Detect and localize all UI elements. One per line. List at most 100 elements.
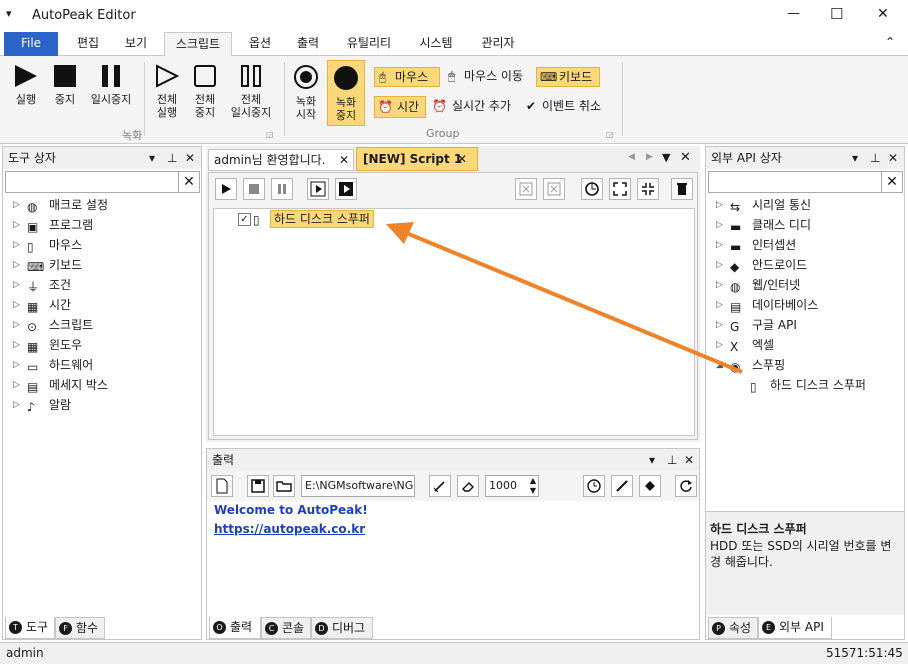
line-count-stepper[interactable]: 1000 ▲ ▼	[485, 475, 539, 497]
eraser-button[interactable]	[457, 475, 479, 497]
item-checkbox[interactable]: ✓	[238, 213, 251, 226]
close-tab-icon[interactable]: ✕	[339, 150, 349, 170]
expand-icon[interactable]: ◢	[716, 355, 723, 375]
tab-system[interactable]: 시스템	[408, 32, 464, 56]
reload-button[interactable]	[675, 475, 697, 497]
tab-script[interactable]: 스크립트	[164, 32, 232, 57]
ribbon-collapse-icon[interactable]: ⌃	[885, 35, 895, 49]
run-all-button[interactable]: 전체 실행	[148, 64, 186, 119]
expand-icon[interactable]: ▷	[716, 215, 723, 235]
tab-utility[interactable]: 유틸리티	[336, 32, 402, 56]
tab-list-icon[interactable]: ▼	[662, 151, 670, 164]
group-expand-icon[interactable]: ◲	[266, 130, 274, 139]
tab-admin[interactable]: 관리자	[470, 32, 526, 56]
expand-icon[interactable]: ▷	[13, 275, 20, 295]
expand-icon[interactable]: ▷	[13, 255, 20, 275]
expand-icon[interactable]: ▷	[13, 375, 20, 395]
expand-icon[interactable]: ▷	[716, 235, 723, 255]
tab-external-api[interactable]: E 외부 API	[758, 617, 832, 639]
save-button[interactable]	[247, 475, 269, 497]
pin-icon[interactable]: ⊥	[167, 147, 177, 169]
time-toggle[interactable]: ⏰ 시간	[374, 96, 426, 118]
toolbox-search-clear-button[interactable]: ✕	[178, 171, 200, 193]
tab-output[interactable]: 출력	[286, 32, 330, 56]
minimize-button[interactable]: —	[787, 6, 800, 21]
tab-scroll-left-icon[interactable]: ◀	[628, 152, 635, 162]
tab-file[interactable]: File	[4, 32, 58, 56]
event-cancel-toggle[interactable]: ✔ 이벤트 취소	[524, 97, 616, 117]
doc-tab-script[interactable]: [NEW] Script 1 ✕	[356, 147, 478, 171]
script-item[interactable]: 하드 디스크 스푸퍼	[270, 210, 374, 228]
editor-run-button[interactable]	[215, 178, 237, 200]
timestamp-button[interactable]	[583, 475, 605, 497]
close-icon[interactable]: ✕	[684, 449, 694, 471]
close-icon[interactable]: ✕	[888, 147, 898, 169]
tab-debug[interactable]: D 디버그	[311, 617, 373, 639]
maximize-button[interactable]: ☐	[830, 5, 843, 23]
editor-trash-button[interactable]	[671, 178, 693, 200]
editor-stop-button[interactable]	[243, 178, 265, 200]
tab-tools[interactable]: T 도구	[5, 617, 55, 639]
pin-icon[interactable]: ⊥	[667, 449, 677, 471]
stop-all-button[interactable]: 전체 중지	[186, 64, 224, 119]
tab-view[interactable]: 보기	[114, 32, 158, 56]
close-tab-icon[interactable]: ✕	[457, 148, 467, 170]
expand-icon[interactable]: ▷	[13, 295, 20, 315]
clean-button[interactable]	[429, 475, 451, 497]
toolbox-search-input[interactable]	[5, 171, 179, 193]
dropdown-icon[interactable]: ▾	[852, 147, 858, 169]
stepper-arrows-icon[interactable]: ▲ ▼	[530, 476, 536, 496]
editor-clear-button[interactable]	[543, 178, 565, 200]
expand-icon[interactable]: ▷	[716, 255, 723, 275]
external-api-search-input[interactable]	[708, 171, 882, 193]
expand-icon[interactable]: ▷	[13, 355, 20, 375]
tab-scroll-right-icon[interactable]: ▶	[646, 152, 653, 162]
record-stop-button[interactable]: 녹화 중지	[327, 60, 365, 126]
expand-icon[interactable]: ▷	[716, 315, 723, 335]
path-field[interactable]: E:\NGMsoftware\NG	[301, 475, 415, 497]
editor-run-step-button[interactable]	[335, 178, 357, 200]
mouse-toggle[interactable]: 🖰 마우스	[374, 67, 440, 87]
tab-functions[interactable]: F 함수	[55, 617, 105, 639]
tab-properties[interactable]: P 속성	[708, 617, 758, 639]
expand-icon[interactable]: ▷	[716, 195, 723, 215]
open-folder-button[interactable]	[273, 475, 295, 497]
tab-edit[interactable]: 편집	[66, 32, 110, 56]
tab-output-log[interactable]: O 출력	[209, 617, 261, 639]
system-menu-icon[interactable]: ▾	[6, 7, 12, 20]
tab-options[interactable]: 옵션	[238, 32, 282, 56]
editor-expand-button[interactable]	[609, 178, 631, 200]
expand-icon[interactable]: ▷	[716, 335, 723, 355]
dropdown-icon[interactable]: ▾	[149, 147, 155, 169]
realtime-add-toggle[interactable]: ⏰ 실시간 추가	[430, 97, 522, 117]
expand-icon[interactable]: ▷	[13, 395, 20, 415]
close-button[interactable]: ✕	[877, 6, 889, 22]
new-file-button[interactable]	[211, 475, 233, 497]
pause-all-button[interactable]: 전체 일시중지	[226, 64, 276, 119]
expand-icon[interactable]: ▷	[716, 295, 723, 315]
dropdown-icon[interactable]: ▾	[649, 449, 655, 471]
run-button[interactable]: 실행	[8, 64, 44, 106]
brush-button[interactable]	[611, 475, 633, 497]
close-doc-icon[interactable]: ✕	[680, 150, 691, 165]
close-icon[interactable]: ✕	[185, 147, 195, 169]
editor-delete-button[interactable]	[515, 178, 537, 200]
editor-run-from-button[interactable]	[307, 178, 329, 200]
stop-button[interactable]: 중지	[48, 64, 82, 106]
mouse-move-toggle[interactable]: 🖱 마우스 이동	[446, 67, 536, 87]
editor-refresh-button[interactable]	[581, 178, 603, 200]
tab-console[interactable]: C 콘솔	[261, 617, 311, 639]
editor-pause-button[interactable]	[271, 178, 293, 200]
expand-icon[interactable]: ▷	[13, 235, 20, 255]
fill-button[interactable]	[639, 475, 661, 497]
expand-icon[interactable]: ▷	[13, 335, 20, 355]
editor-collapse-button[interactable]	[637, 178, 659, 200]
external-api-search-clear-button[interactable]: ✕	[881, 171, 903, 193]
expand-icon[interactable]: ▷	[13, 315, 20, 335]
pause-button[interactable]: 일시중지	[84, 64, 138, 106]
group2-expand-icon[interactable]: ◲	[606, 130, 614, 139]
doc-tab-welcome[interactable]: admin님 환영합니다. ✕	[208, 149, 354, 171]
pin-icon[interactable]: ⊥	[870, 147, 880, 169]
expand-icon[interactable]: ▷	[13, 195, 20, 215]
record-start-button[interactable]: 녹화 시작	[288, 64, 324, 121]
